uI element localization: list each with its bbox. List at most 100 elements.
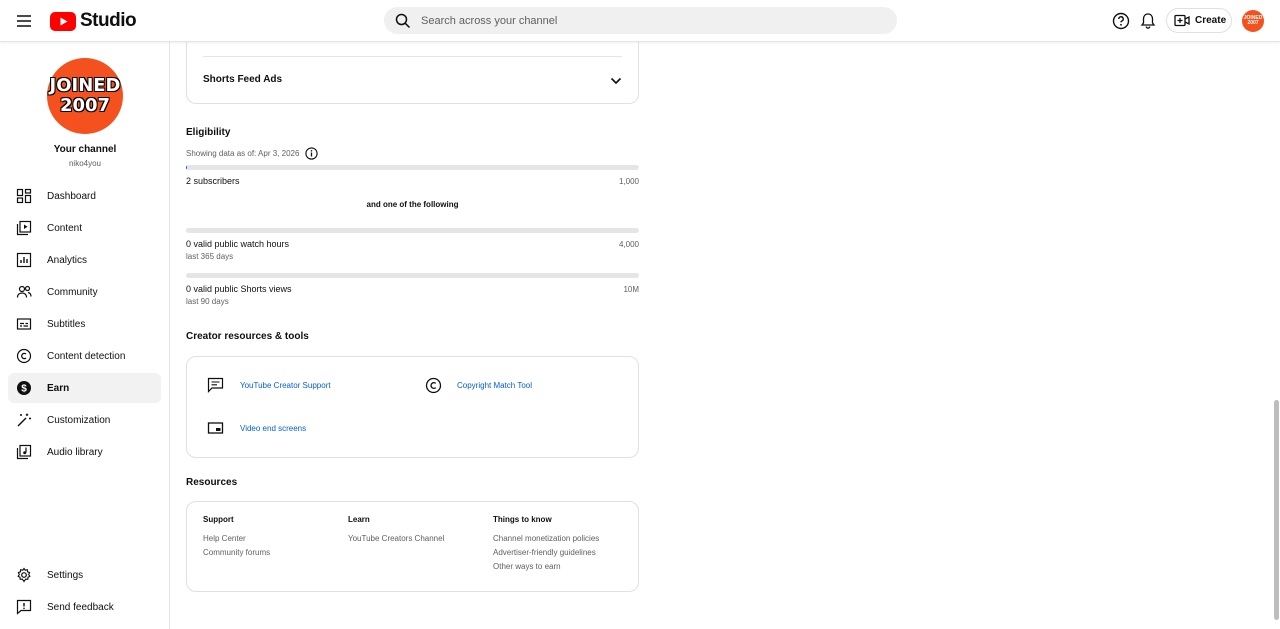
youtube-studio-logo[interactable]: Studio	[50, 10, 137, 32]
video-end-screens-label: Video end screens	[240, 423, 307, 433]
chat-icon	[207, 377, 224, 393]
watch-hours-target: 4,000	[618, 240, 639, 249]
learn-column: Learn YouTube Creators Channel	[348, 515, 444, 543]
create-button[interactable]: Create	[1166, 8, 1232, 33]
magic-wand-icon	[17, 413, 31, 427]
sidebar-item-dashboard[interactable]: Dashboard	[8, 181, 161, 211]
community-forums-link[interactable]: Community forums	[203, 548, 270, 557]
data-as-of-text: Showing data as of: Apr 3, 2026	[186, 149, 300, 158]
sidebar-item-label: Audio library	[47, 446, 103, 458]
subscribers-label: 2 subscribers	[186, 176, 240, 186]
sidebar-item-label: Content detection	[47, 350, 126, 362]
feedback-icon	[16, 599, 32, 615]
notifications-bell-icon[interactable]	[1138, 11, 1158, 31]
shorts-views-progress-bar	[186, 273, 639, 278]
learn-heading: Learn	[348, 515, 370, 524]
sidebar-item-audio-library[interactable]: Audio library	[8, 437, 161, 467]
sidebar-item-send-feedback[interactable]: Send feedback	[8, 592, 161, 622]
sidebar-item-label: Content	[47, 222, 83, 234]
audio-library-icon	[16, 444, 32, 460]
channel-avatar-line-2: 2007	[59, 95, 111, 116]
creator-resources-card: YouTube Creator Support Copyright Match …	[186, 356, 639, 458]
subscribers-progress-fill	[186, 165, 187, 170]
copyright-icon	[16, 348, 32, 364]
creator-support-label: YouTube Creator Support	[240, 380, 331, 390]
creators-channel-link[interactable]: YouTube Creators Channel	[348, 534, 444, 543]
page-scrollbar[interactable]	[1274, 400, 1279, 620]
search-bar[interactable]	[384, 7, 897, 34]
sidebar-item-settings[interactable]: Settings	[8, 560, 161, 590]
shorts-feed-ads-row[interactable]: Shorts Feed Ads	[203, 74, 623, 88]
sidebar-item-community[interactable]: Community	[8, 277, 161, 307]
one-of-following-text: and one of the following	[366, 200, 459, 209]
sidebar-item-subtitles[interactable]: Subtitles	[8, 309, 161, 339]
shorts-views-target: 10M	[623, 285, 639, 294]
end-screen-icon	[207, 422, 224, 434]
copyright-icon	[425, 377, 442, 394]
search-input[interactable]	[421, 14, 861, 27]
sidebar-item-label: Settings	[47, 569, 84, 581]
resources-card: Support Help Center Community forums Lea…	[186, 501, 639, 592]
resources-title: Resources	[186, 477, 238, 488]
channel-avatar-line-1: JOINED	[49, 75, 121, 96]
copyright-match-link[interactable]: Copyright Match Tool	[425, 377, 532, 394]
sidebar-item-content-detection[interactable]: Content detection	[8, 341, 161, 371]
eligibility-title: Eligibility	[186, 127, 231, 138]
sidebar-item-label: Community	[47, 286, 98, 298]
channel-title: Your channel	[53, 144, 117, 155]
help-center-link[interactable]: Help Center	[203, 534, 270, 543]
content-icon	[16, 220, 32, 236]
sidebar-item-customization[interactable]: Customization	[8, 405, 161, 435]
community-icon	[16, 285, 32, 298]
subscribers-progress-bar	[186, 165, 639, 170]
data-as-of-row: Showing data as of: Apr 3, 2026	[186, 147, 319, 160]
shorts-views-label: 0 valid public Shorts views	[186, 284, 292, 294]
analytics-icon	[16, 252, 32, 268]
dashboard-icon	[16, 188, 32, 204]
create-label: Create	[1195, 15, 1227, 26]
other-ways-to-earn-link[interactable]: Other ways to earn	[493, 562, 599, 571]
watch-hours-progress-bar	[186, 228, 639, 233]
shorts-feed-ads-label: Shorts Feed Ads	[203, 74, 283, 85]
shorts-views-period: last 90 days	[186, 297, 229, 306]
channel-avatar[interactable]: JOINED 2007	[47, 58, 123, 134]
sidebar-item-label: Dashboard	[47, 190, 96, 202]
account-avatar[interactable]: JOINED 2007	[1242, 10, 1264, 32]
creator-support-link[interactable]: YouTube Creator Support	[207, 377, 331, 393]
sidebar-item-content[interactable]: Content	[8, 213, 161, 243]
subtitles-icon	[16, 318, 32, 330]
sidebar-item-label: Analytics	[47, 254, 88, 266]
monetization-policies-link[interactable]: Channel monetization policies	[493, 534, 599, 543]
logo-text: Studio	[80, 10, 137, 31]
sidebar-item-label: Customization	[47, 414, 111, 426]
dollar-icon: $	[17, 381, 31, 395]
sidebar-item-analytics[interactable]: Analytics	[8, 245, 161, 275]
copyright-match-label: Copyright Match Tool	[457, 381, 532, 390]
channel-handle: niko4you	[68, 159, 102, 168]
support-column: Support Help Center Community forums	[203, 515, 270, 557]
sidebar-item-label: Earn	[47, 382, 70, 394]
create-video-icon	[1174, 14, 1190, 27]
sidebar-item-earn[interactable]: $ Earn	[8, 373, 161, 403]
watch-hours-period: last 365 days	[186, 252, 234, 261]
help-icon[interactable]	[1111, 11, 1131, 31]
advertiser-guidelines-link[interactable]: Advertiser-friendly guidelines	[493, 548, 599, 557]
chevron-down-icon[interactable]	[609, 75, 623, 87]
avatar-line-2: 2007	[1247, 20, 1259, 26]
things-to-know-column: Things to know Channel monetization poli…	[493, 515, 599, 571]
gear-icon	[17, 567, 31, 583]
svg-text:$: $	[21, 384, 27, 395]
divider	[203, 56, 622, 57]
info-icon[interactable]	[305, 147, 319, 160]
top-bar: Studio Create JOINED2007	[0, 0, 1280, 42]
search-icon	[395, 13, 411, 28]
support-heading: Support	[203, 515, 234, 524]
youtube-play-icon	[50, 11, 76, 31]
video-end-screens-link[interactable]: Video end screens	[207, 421, 306, 435]
sidebar-item-label: Subtitles	[47, 318, 86, 330]
things-to-know-heading: Things to know	[493, 515, 552, 524]
creator-resources-title: Creator resources & tools	[186, 331, 309, 342]
hamburger-menu-icon[interactable]	[14, 11, 34, 31]
sidebar-item-label: Send feedback	[47, 601, 114, 613]
subscribers-target: 1,000	[618, 177, 639, 186]
